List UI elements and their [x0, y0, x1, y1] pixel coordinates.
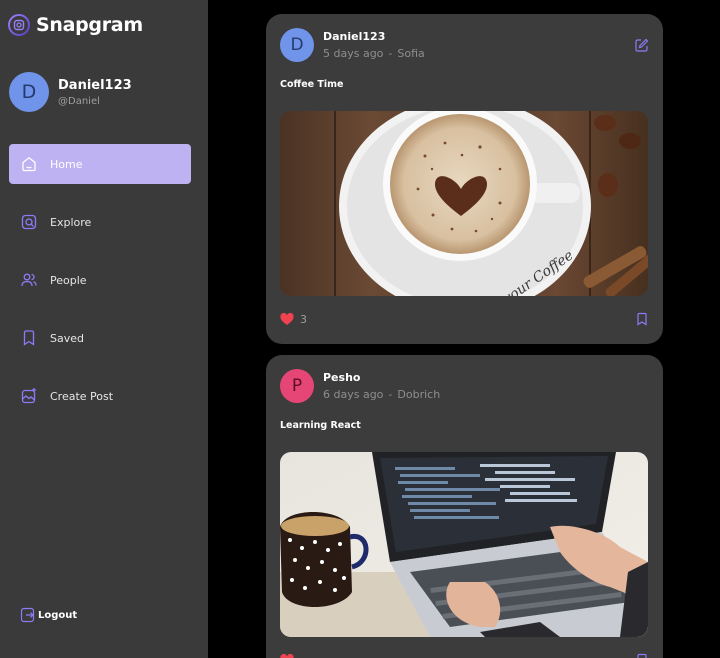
post-card: D Daniel123 5 days ago - Sofia Coffee Time — [266, 14, 663, 344]
home-icon — [22, 156, 36, 172]
post-time: 6 days ago — [323, 388, 384, 401]
post-location: Sofia — [397, 47, 425, 60]
logout-button[interactable]: Logout — [20, 607, 77, 623]
author-avatar[interactable]: P — [280, 369, 314, 403]
like-count: 3 — [300, 312, 307, 326]
profile-handle: @Daniel — [58, 95, 100, 107]
sidebar-item-label: Create Post — [50, 389, 114, 403]
coffee-cup-image: Enjoy your Coffee — [280, 111, 648, 296]
like-button[interactable]: 3 — [280, 312, 307, 326]
sidebar-item-label: People — [50, 273, 87, 287]
people-icon — [21, 273, 37, 287]
post-meta: 6 days ago - Dobrich — [323, 388, 441, 401]
logout-label: Logout — [38, 609, 78, 621]
post-header: P Pesho 6 days ago - Dobrich — [280, 369, 440, 403]
sidebar-item-home[interactable]: Home — [9, 144, 191, 184]
post-actions: 3 — [280, 312, 649, 326]
user-profile[interactable]: D Daniel123 @Daniel — [9, 72, 132, 112]
snapgram-logo-icon — [8, 14, 30, 36]
explore-icon — [21, 214, 37, 230]
post-image[interactable] — [280, 452, 648, 637]
sidebar-item-label: Saved — [50, 331, 84, 345]
heart-icon — [280, 653, 294, 658]
post-location: Dobrich — [397, 388, 441, 401]
sidebar-nav: Home Explore People Saved Create Post — [9, 144, 191, 434]
post-card: P Pesho 6 days ago - Dobrich Learning Reac… — [266, 355, 663, 658]
heart-icon — [280, 312, 294, 325]
sidebar-item-explore[interactable]: Explore — [9, 202, 191, 242]
bookmark-icon[interactable] — [635, 312, 649, 326]
create-post-icon — [21, 388, 36, 404]
sidebar-item-label: Home — [50, 157, 83, 171]
bookmark-icon[interactable] — [635, 653, 649, 658]
sidebar: Snapgram D Daniel123 @Daniel Home Explor… — [0, 0, 208, 658]
logout-icon — [20, 607, 35, 623]
post-caption: Coffee Time — [280, 79, 344, 90]
sidebar-item-create-post[interactable]: Create Post — [9, 376, 191, 416]
bookmark-icon — [23, 330, 35, 346]
post-meta: 5 days ago - Sofia — [323, 47, 425, 60]
avatar: D — [9, 72, 49, 112]
post-header: D Daniel123 5 days ago - Sofia — [280, 28, 425, 62]
like-button[interactable] — [280, 653, 294, 658]
post-caption: Learning React — [280, 420, 361, 431]
author-avatar[interactable]: D — [280, 28, 314, 62]
sidebar-item-label: Explore — [50, 215, 92, 229]
sidebar-item-people[interactable]: People — [9, 260, 191, 300]
edit-icon[interactable] — [634, 38, 649, 53]
sidebar-item-saved[interactable]: Saved — [9, 318, 191, 358]
profile-name: Daniel123 — [58, 77, 132, 93]
author-name[interactable]: Daniel123 — [323, 30, 425, 43]
brand-name: Snapgram — [36, 14, 143, 36]
author-name[interactable]: Pesho — [323, 371, 440, 384]
brand[interactable]: Snapgram — [8, 14, 143, 36]
post-image[interactable]: Enjoy your Coffee — [280, 111, 648, 296]
laptop-image — [280, 452, 648, 637]
post-time: 5 days ago — [323, 47, 384, 60]
post-actions — [280, 653, 649, 658]
